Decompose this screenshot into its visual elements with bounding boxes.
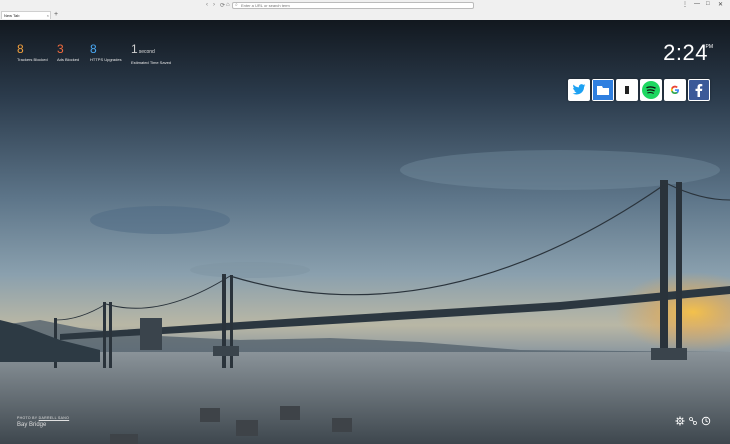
maximize-icon[interactable]: □ xyxy=(706,1,710,7)
search-icon: ⌕ xyxy=(235,2,238,8)
tile-twitter[interactable] xyxy=(568,79,590,101)
clock-ampm: PM xyxy=(705,44,714,50)
history-icon[interactable] xyxy=(701,416,711,426)
tile-dark-app[interactable] xyxy=(616,79,638,101)
minimize-icon[interactable]: — xyxy=(694,1,700,7)
stat-value: 1second xyxy=(131,43,171,58)
home-icon[interactable]: ⌂ xyxy=(226,2,230,8)
menu-icon[interactable]: ⋮ xyxy=(682,1,688,8)
tile-facebook[interactable] xyxy=(688,79,710,101)
photographer-link[interactable]: DARRELL SANO xyxy=(39,416,70,420)
tab-new-tab[interactable]: New Tab × xyxy=(1,11,51,19)
stat-ads-blocked: 3 Ads Blocked xyxy=(57,43,79,62)
stat-unit: second xyxy=(138,49,155,55)
stat-time-saved: 1second Estimated Time Saved xyxy=(131,43,171,65)
app-icon xyxy=(625,86,629,94)
url-bar[interactable]: ⌕ xyxy=(232,2,474,9)
stat-value: 8 xyxy=(90,42,97,56)
photo-credit-line: PHOTO BY DARRELL SANO xyxy=(17,416,69,420)
credit-label: PHOTO BY xyxy=(17,416,38,420)
spotify-icon xyxy=(642,81,660,99)
settings-icon[interactable] xyxy=(675,416,685,426)
stat-label: HTTPS Upgrades xyxy=(90,57,122,62)
stat-number: 1 xyxy=(131,42,138,56)
new-tab-button[interactable]: + xyxy=(54,11,58,19)
stat-value: 8 xyxy=(17,42,24,56)
url-input[interactable] xyxy=(241,3,471,8)
reload-icon[interactable]: ⟳ xyxy=(220,2,225,9)
clock-time: 2:24 xyxy=(663,40,708,65)
tab-title: New Tab xyxy=(4,13,20,18)
browser-chrome: New Tab × + ‹ › ⟳ ⌂ ⌕ ⋮ — □ ✕ xyxy=(0,0,730,21)
tile-google[interactable] xyxy=(664,79,686,101)
twitter-icon xyxy=(572,84,586,95)
stat-value: 3 xyxy=(57,42,64,56)
stat-label: Trackers Blocked xyxy=(17,57,48,62)
google-icon xyxy=(670,85,679,95)
back-icon[interactable]: ‹ xyxy=(206,2,208,8)
tile-boxed[interactable] xyxy=(592,79,614,101)
boxed-icon xyxy=(593,80,613,100)
stat-label: Estimated Time Saved xyxy=(131,60,172,65)
tab-close-icon[interactable]: × xyxy=(47,12,49,20)
close-window-icon[interactable]: ✕ xyxy=(718,1,723,8)
stat-trackers-blocked: 8 Trackers Blocked xyxy=(17,43,48,62)
bookmarks-icon[interactable] xyxy=(688,416,698,426)
stat-label: Ads Blocked xyxy=(57,57,80,62)
tile-spotify[interactable] xyxy=(640,79,662,101)
facebook-icon xyxy=(689,80,709,100)
forward-icon[interactable]: › xyxy=(213,2,215,8)
photo-credit: PHOTO BY DARRELL SANO Bay Bridge xyxy=(17,416,69,428)
photo-location: Bay Bridge xyxy=(17,422,47,428)
stat-https-upgrades: 8 HTTPS Upgrades xyxy=(90,43,122,62)
